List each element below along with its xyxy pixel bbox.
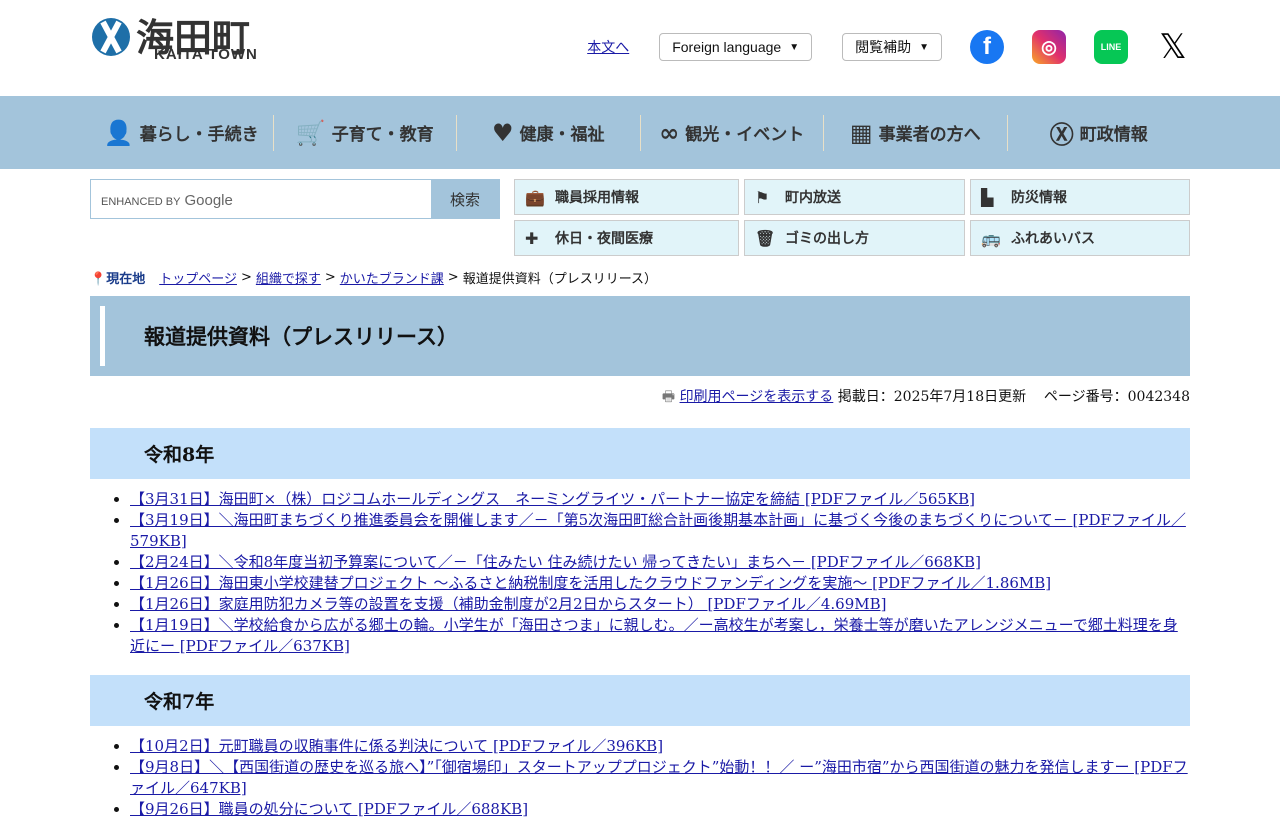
chevron-down-icon: ▼ bbox=[789, 41, 800, 53]
list-item: 【1月19日】＼学校給食から広がる郷土の輪。小学生が「海田さつま」に親しむ。／ー… bbox=[130, 615, 1190, 657]
updated-date: 掲載日：2025年7月18日更新 bbox=[837, 389, 1027, 405]
page-title-bar: 報道提供資料（プレスリリース） bbox=[90, 296, 1190, 376]
press-release-link[interactable]: 【10月2日】元町職員の収賄事件に係る判決について [PDFファイル／396KB… bbox=[130, 737, 663, 755]
quick-link-label: ふれあいバス bbox=[1011, 231, 1095, 247]
list-item: 【1月26日】海田東小学校建替プロジェクト ～ふるさと納税制度を活用したクラウド… bbox=[130, 573, 1190, 594]
nav-label: 健康・福祉 bbox=[519, 125, 605, 145]
speaker-icon: ⚑ bbox=[755, 187, 770, 207]
nav-health[interactable]: ♥ 健康・福祉 bbox=[456, 114, 640, 151]
quick-link-bus[interactable]: 🚌 ふれあいバス bbox=[970, 220, 1190, 256]
quick-link-medical[interactable]: ✚ 休日・夜間医療 bbox=[514, 220, 739, 256]
press-release-link[interactable]: 【2月24日】＼令和8年度当初予算案について／－「住みたい 住み続けたい 帰って… bbox=[130, 553, 981, 571]
town-emblem-icon: Ⓧ bbox=[1049, 121, 1074, 149]
main-content: ENHANCED BY Google 検索 💼 職員採用情報 ⚑ 町内放送 ▙ 防災情報… bbox=[90, 179, 1190, 820]
press-release-list: 【3月31日】海田町×（株）ロジコムホールディングス ネーミングライツ・パートナ… bbox=[130, 489, 1190, 657]
search-button[interactable]: 検索 bbox=[431, 180, 499, 218]
site-search: ENHANCED BY Google 検索 bbox=[90, 179, 500, 219]
breadcrumb: 📍現在地 トップページ > 組織で探す > かいたブランド課 > 報道提供資料（プレス… bbox=[90, 268, 658, 287]
logo-subtitle: KAITA TOWN bbox=[154, 46, 258, 63]
list-item: 【1月26日】家庭用防犯カメラ等の設置を支援（補助金制度が2月2日からスタート）… bbox=[130, 594, 1190, 615]
binoculars-icon: ∞ bbox=[659, 118, 680, 147]
map-pin-icon: 📍 bbox=[90, 272, 107, 287]
medical-kit-icon: ✚ bbox=[525, 228, 539, 248]
line-icon[interactable]: LINE bbox=[1094, 30, 1128, 64]
quick-link-label: ゴミの出し方 bbox=[785, 231, 869, 247]
facebook-icon[interactable]: f bbox=[970, 30, 1004, 64]
foreign-language-label: Foreign language bbox=[672, 39, 782, 55]
list-item: 【3月19日】＼海田町まちづくり推進委員会を開催します／－「第5次海田町総合計画… bbox=[130, 510, 1190, 552]
breadcrumb-link[interactable]: かいたブランド課 bbox=[340, 268, 444, 287]
site-header: 海田町 KAITA TOWN 本文へ Foreign language ▼ 閲覧補… bbox=[90, 0, 1190, 96]
nav-label: 事業者の方へ bbox=[878, 125, 981, 145]
breadcrumb-link[interactable]: トップページ bbox=[159, 268, 237, 287]
section-heading: 令和7年 bbox=[144, 691, 215, 713]
nav-childcare[interactable]: 🛒 子育て・教育 bbox=[272, 114, 457, 151]
press-release-link[interactable]: 【3月31日】海田町×（株）ロジコムホールディングス ネーミングライツ・パートナ… bbox=[130, 490, 975, 508]
disaster-icon: ▙ bbox=[981, 187, 994, 207]
breadcrumb-current: 報道提供資料（プレスリリース） bbox=[462, 272, 658, 287]
nav-tourism[interactable]: ∞ 観光・イベント bbox=[639, 114, 824, 151]
heart-pulse-icon: ♥ bbox=[491, 118, 514, 147]
list-item: 【9月26日】職員の処分について [PDFファイル／688KB] bbox=[130, 799, 1190, 820]
nav-label: 観光・イベント bbox=[685, 125, 805, 145]
nav-living[interactable]: 👤 暮らし・手続き bbox=[90, 115, 273, 151]
quick-link-broadcast[interactable]: ⚑ 町内放送 bbox=[744, 179, 965, 215]
printer-icon: 🖶 bbox=[661, 389, 676, 405]
page-meta: 🖶 印刷用ページを表示する 掲載日：2025年7月18日更新 ページ番号：004… bbox=[90, 386, 1190, 410]
chevron-down-icon: ▼ bbox=[919, 41, 929, 53]
nav-label: 子育て・教育 bbox=[331, 125, 434, 145]
breadcrumb-link[interactable]: 組織で探す bbox=[256, 268, 321, 287]
press-release-link[interactable]: 【3月19日】＼海田町まちづくり推進委員会を開催します／－「第5次海田町総合計画… bbox=[130, 511, 1186, 550]
bus-icon: 🚌 bbox=[981, 228, 1001, 248]
nav-label: 町政情報 bbox=[1079, 125, 1148, 145]
stroller-icon: 🛒 bbox=[295, 118, 326, 147]
instagram-icon[interactable]: ◎ bbox=[1032, 30, 1066, 64]
nav-government[interactable]: Ⓧ 町政情報 bbox=[1006, 114, 1191, 151]
quick-links: 💼 職員採用情報 ⚑ 町内放送 ▙ 防災情報 ✚ 休日・夜間医療 🗑 ゴミの出し方 🚌 ふれ… bbox=[514, 179, 1190, 256]
skip-to-content-link[interactable]: 本文へ bbox=[587, 37, 629, 57]
page-number: ページ番号：0042348 bbox=[1043, 389, 1190, 405]
quick-link-garbage[interactable]: 🗑 ゴミの出し方 bbox=[744, 220, 965, 256]
quick-link-label: 職員採用情報 bbox=[555, 190, 639, 206]
press-release-link[interactable]: 【1月26日】家庭用防犯カメラ等の設置を支援（補助金制度が2月2日からスタート）… bbox=[130, 595, 887, 613]
press-release-link[interactable]: 【9月8日】＼【西国街道の歴史を巡る旅へ】”「御宿場印」スタートアッププロジェク… bbox=[130, 758, 1188, 797]
list-item: 【3月31日】海田町×（株）ロジコムホールディングス ネーミングライツ・パートナ… bbox=[130, 489, 1190, 510]
trash-icon: 🗑 bbox=[755, 228, 776, 248]
quick-link-recruitment[interactable]: 💼 職員採用情報 bbox=[514, 179, 739, 215]
quick-link-label: 休日・夜間医療 bbox=[555, 231, 653, 247]
press-release-link[interactable]: 【9月26日】職員の処分について [PDFファイル／688KB] bbox=[130, 800, 528, 818]
quick-link-disaster[interactable]: ▙ 防災情報 bbox=[970, 179, 1190, 215]
foreign-language-select[interactable]: Foreign language ▼ bbox=[659, 33, 813, 61]
list-item: 【9月8日】＼【西国街道の歴史を巡る旅へ】”「御宿場印」スタートアッププロジェク… bbox=[130, 757, 1190, 799]
reading-aid-label: 閲覧補助 bbox=[855, 39, 912, 55]
briefcase-icon: 💼 bbox=[525, 187, 545, 207]
current-location-label: 📍現在地 bbox=[90, 272, 146, 287]
building-icon: ▦ bbox=[849, 118, 873, 147]
nav-business[interactable]: ▦ 事業者の方へ bbox=[823, 114, 1007, 151]
search-placeholder: ENHANCED BY Google bbox=[101, 192, 233, 209]
page-title: 報道提供資料（プレスリリース） bbox=[144, 325, 458, 349]
person-icon: 👤 bbox=[103, 118, 134, 147]
section-heading: 令和8年 bbox=[144, 444, 215, 466]
print-page-link[interactable]: 印刷用ページを表示する bbox=[680, 389, 834, 405]
reading-aid-select[interactable]: 閲覧補助 ▼ bbox=[842, 33, 942, 61]
press-release-link[interactable]: 【1月19日】＼学校給食から広がる郷土の輪。小学生が「海田さつま」に親しむ。／ー… bbox=[130, 616, 1178, 655]
list-item: 【2月24日】＼令和8年度当初予算案について／－「住みたい 住み続けたい 帰って… bbox=[130, 552, 1190, 573]
town-emblem-icon bbox=[92, 18, 130, 56]
x-icon[interactable]: 𝕏 bbox=[1156, 28, 1190, 66]
quick-link-label: 防災情報 bbox=[1011, 190, 1067, 206]
global-nav: 👤 暮らし・手続き 🛒 子育て・教育 ♥ 健康・福祉 ∞ 観光・イベント ▦ 事業者の方へ… bbox=[0, 96, 1280, 169]
nav-label: 暮らし・手続き bbox=[139, 125, 259, 145]
quick-link-label: 町内放送 bbox=[785, 190, 841, 206]
list-item: 【10月2日】元町職員の収賄事件に係る判決について [PDFファイル／396KB… bbox=[130, 736, 1190, 757]
section-heading-bar: 令和7年 bbox=[90, 675, 1190, 726]
press-release-list: 【10月2日】元町職員の収賄事件に係る判決について [PDFファイル／396KB… bbox=[130, 736, 1190, 820]
section-heading-bar: 令和8年 bbox=[90, 428, 1190, 479]
press-release-link[interactable]: 【1月26日】海田東小学校建替プロジェクト ～ふるさと納税制度を活用したクラウド… bbox=[130, 574, 1051, 592]
